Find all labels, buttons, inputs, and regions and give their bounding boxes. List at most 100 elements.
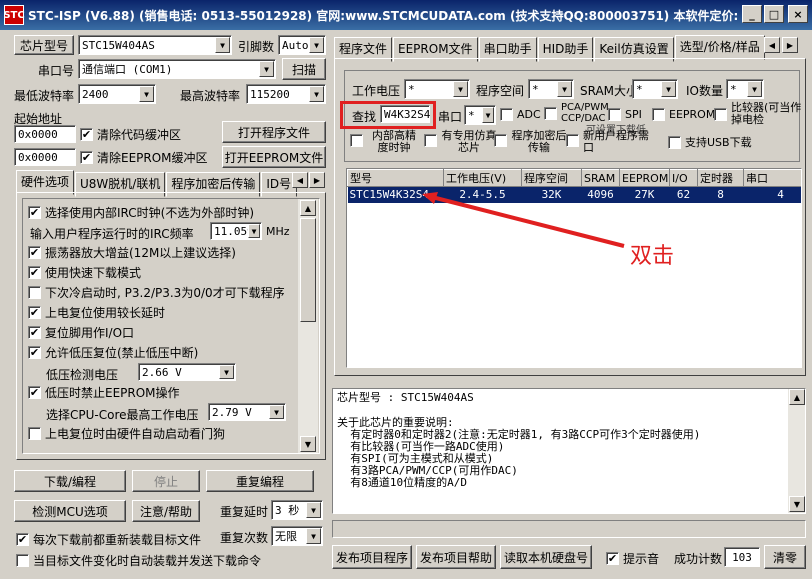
chevron-down-icon[interactable]: ▼: [215, 37, 230, 53]
max-baud-select[interactable]: 115200 ▼: [246, 84, 326, 104]
chevron-down-icon[interactable]: ▼: [306, 502, 321, 518]
checkbox-box[interactable]: [608, 108, 621, 121]
publish-help-button[interactable]: 发布项目帮助: [416, 545, 496, 569]
retry-count-select[interactable]: 无限 ▼: [271, 526, 323, 546]
checkbox-box[interactable]: ✔: [28, 246, 41, 259]
chevron-down-icon[interactable]: ▼: [139, 86, 154, 102]
checkbox-box[interactable]: ✔: [28, 306, 41, 319]
emulation-chip-checkbox[interactable]: 有专用仿真芯片: [424, 130, 497, 154]
tab-scroll-right-icon[interactable]: ▶: [309, 172, 325, 188]
option-fast-download[interactable]: ✔ 使用快速下载模式: [28, 264, 141, 281]
maximize-button[interactable]: □: [764, 5, 784, 23]
option-reset-as-io[interactable]: ✔ 复位脚用作I/O口: [28, 324, 134, 341]
auto-load-checkbox[interactable]: 当目标文件变化时自动装载并发送下载命令: [16, 552, 261, 569]
checkbox-box[interactable]: [714, 107, 727, 121]
checkbox-box[interactable]: ✔: [28, 346, 41, 359]
eeprom-checkbox[interactable]: EEPROM: [652, 108, 715, 121]
info-scrollbar[interactable]: [788, 389, 805, 513]
io-count-select[interactable]: * ▼: [726, 79, 764, 99]
retry-delay-select[interactable]: 3 秒 ▼: [271, 500, 323, 520]
checkbox-box[interactable]: [494, 134, 507, 147]
help-button[interactable]: 注意/帮助: [132, 500, 200, 522]
close-button[interactable]: ×: [788, 5, 808, 23]
chevron-down-icon[interactable]: ▼: [661, 81, 676, 97]
checkbox-box[interactable]: [566, 134, 579, 147]
eeprom-start-address-input[interactable]: 0x0000: [14, 148, 76, 166]
working-voltage-select[interactable]: * ▼: [404, 79, 470, 99]
checkbox-box[interactable]: [544, 106, 557, 120]
scan-button[interactable]: 扫描: [282, 58, 326, 80]
scroll-up-icon[interactable]: ▲: [789, 389, 805, 405]
new-user-port-checkbox[interactable]: 新用户程序需口: [566, 130, 653, 154]
minimize-button[interactable]: _: [742, 5, 762, 23]
spi-checkbox[interactable]: SPI: [608, 108, 642, 121]
col-header-uart[interactable]: 串口: [743, 169, 801, 187]
checkbox-box[interactable]: ✔: [16, 533, 29, 546]
pin-count-select[interactable]: Auto ▼: [278, 35, 326, 55]
low-voltage-select[interactable]: 2.66 V ▼: [138, 363, 236, 381]
irc-frequency-select[interactable]: 11.0592 ▼: [210, 222, 262, 240]
sram-size-select[interactable]: * ▼: [632, 79, 678, 99]
col-header-voltage[interactable]: 工作电压(V): [443, 169, 522, 187]
checkbox-box[interactable]: ✔: [606, 552, 619, 565]
stop-button[interactable]: 停止: [132, 470, 200, 492]
checkbox-box[interactable]: ✔: [80, 128, 93, 141]
tab-selection-price[interactable]: 选型/价格/样品: [674, 35, 765, 60]
option-low-voltage-reset[interactable]: ✔ 允许低压复位(禁止低压中断): [28, 344, 198, 361]
program-space-select[interactable]: * ▼: [528, 79, 574, 99]
clear-eeprom-buffer-checkbox[interactable]: ✔ 清除EEPROM缓冲区: [80, 149, 208, 166]
chevron-down-icon[interactable]: ▼: [309, 86, 324, 102]
usb-download-checkbox[interactable]: 支持USB下载: [668, 134, 752, 150]
open-eeprom-file-button[interactable]: 打开EEPROM文件: [222, 146, 326, 168]
checkbox-box[interactable]: ✔: [28, 326, 41, 339]
chevron-down-icon[interactable]: ▼: [269, 405, 284, 419]
col-header-sram[interactable]: SRAM: [581, 169, 620, 187]
code-start-address-input[interactable]: 0x0000: [14, 125, 76, 143]
col-header-eeprom[interactable]: EEPROM: [619, 169, 670, 187]
cpu-voltage-select[interactable]: 2.79 V ▼: [208, 403, 286, 421]
checkbox-box[interactable]: [424, 134, 437, 147]
options-scroll-thumb[interactable]: [300, 218, 316, 322]
chevron-down-icon[interactable]: ▼: [309, 37, 324, 53]
chevron-down-icon[interactable]: ▼: [557, 81, 572, 97]
port-select[interactable]: 通信端口 (COM1) ▼: [78, 59, 276, 79]
chip-model-select[interactable]: STC15W404AS ▼: [78, 35, 232, 55]
col-header-io[interactable]: I/O: [669, 169, 698, 187]
checkbox-box[interactable]: [350, 134, 363, 147]
open-program-file-button[interactable]: 打开程序文件: [222, 121, 326, 143]
chip-model-button[interactable]: 芯片型号: [14, 35, 74, 55]
chevron-down-icon[interactable]: ▼: [248, 224, 260, 238]
option-internal-irc[interactable]: ✔ 选择使用内部IRC时钟(不选为外部时钟): [28, 204, 254, 221]
option-cold-start-p32[interactable]: 下次冷启动时, P3.2/P3.3为0/0才可下载程序: [28, 284, 285, 301]
scroll-up-icon[interactable]: ▲: [300, 200, 316, 216]
checkbox-box[interactable]: [28, 286, 41, 299]
checkbox-box[interactable]: ✔: [28, 206, 41, 219]
read-disk-id-button[interactable]: 读取本机硬盘号: [500, 545, 592, 569]
option-long-reset-delay[interactable]: ✔ 上电复位使用较长延时: [28, 304, 165, 321]
encrypted-transfer-checkbox[interactable]: 程序加密后传输: [494, 130, 567, 154]
detect-mcu-button[interactable]: 检测MCU选项: [14, 500, 126, 522]
clear-count-button[interactable]: 清零: [764, 545, 806, 569]
irc-high-precision-checkbox[interactable]: 内部高精度时钟: [350, 130, 421, 154]
checkbox-box[interactable]: ✔: [28, 266, 41, 279]
scroll-down-icon[interactable]: ▼: [789, 496, 805, 512]
checkbox-box[interactable]: [500, 108, 513, 121]
publish-program-button[interactable]: 发布项目程序: [332, 545, 412, 569]
option-oscillator-gain[interactable]: ✔ 振荡器放大增益(12M以上建议选择): [28, 244, 236, 261]
min-baud-select[interactable]: 2400 ▼: [78, 84, 156, 104]
option-hw-watchdog[interactable]: 上电复位时由硬件自动启动看门狗: [28, 425, 225, 442]
repeat-program-button[interactable]: 重复编程: [206, 470, 314, 492]
checkbox-box[interactable]: [28, 427, 41, 440]
beep-checkbox[interactable]: ✔ 提示音: [606, 550, 659, 567]
chevron-down-icon[interactable]: ▼: [219, 365, 234, 379]
scroll-down-icon[interactable]: ▼: [300, 436, 316, 452]
col-header-timers[interactable]: 定时器: [697, 169, 744, 187]
comparator-checkbox[interactable]: 比较器(可当作掉电检: [714, 102, 811, 126]
chevron-down-icon[interactable]: ▼: [306, 528, 321, 544]
col-header-model[interactable]: 型号: [347, 169, 444, 187]
checkbox-box[interactable]: ✔: [80, 151, 93, 164]
checkbox-box[interactable]: [652, 108, 665, 121]
checkbox-box[interactable]: ✔: [28, 386, 41, 399]
chevron-down-icon[interactable]: ▼: [453, 81, 468, 97]
option-lv-disable-eeprom[interactable]: ✔ 低压时禁止EEPROM操作: [28, 384, 180, 401]
